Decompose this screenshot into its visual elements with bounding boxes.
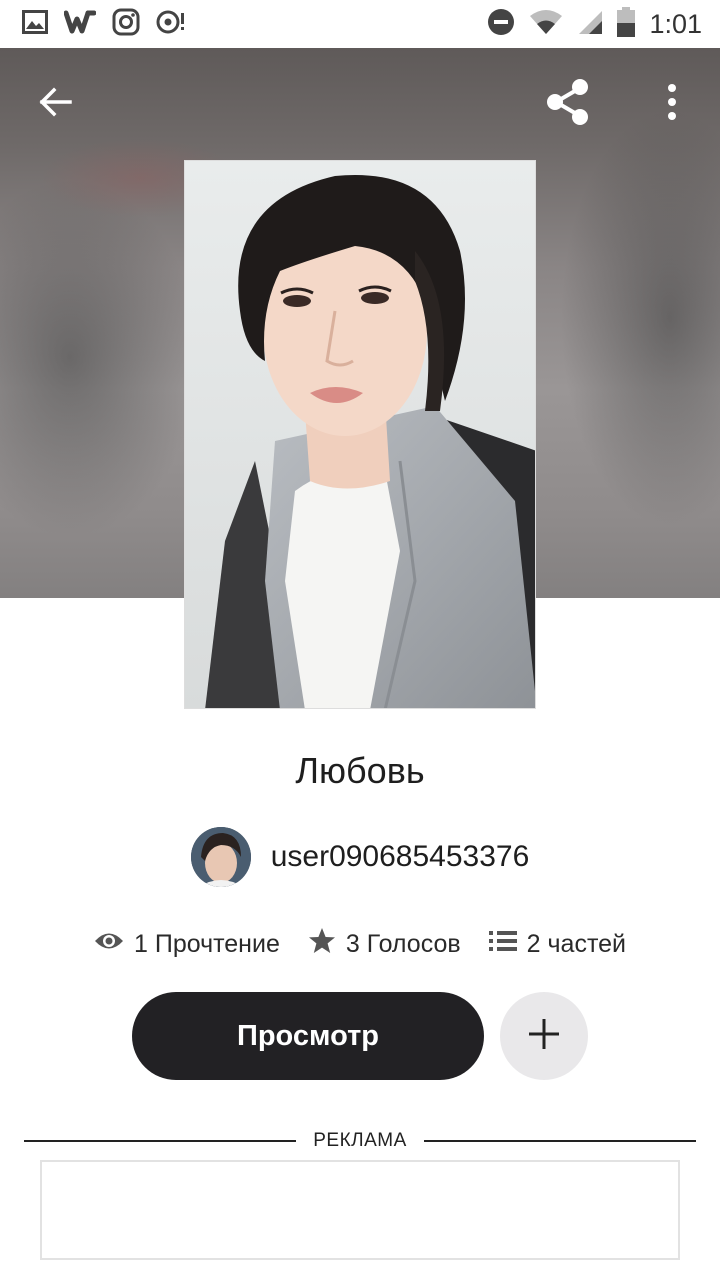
- hero-blur-shape: [0, 178, 200, 538]
- share-button[interactable]: [538, 74, 598, 134]
- story-cover-image[interactable]: [184, 160, 536, 709]
- instagram-icon: [112, 8, 140, 41]
- votes-count: 3 Голосов: [345, 929, 461, 958]
- votes-stat: 3 Голосов: [308, 927, 461, 962]
- author-row[interactable]: user090685453376: [0, 826, 720, 888]
- reads-count: 1 Прочтение: [134, 929, 280, 958]
- plus-icon: [527, 1017, 561, 1056]
- status-right-icons: 1:01: [487, 6, 702, 42]
- story-stats: 1 Прочтение 3 Голосов 2 частей: [0, 922, 720, 966]
- hero-blur-shape: [560, 108, 720, 528]
- author-name[interactable]: user090685453376: [271, 840, 530, 874]
- reads-stat: 1 Прочтение: [94, 930, 280, 959]
- wattpad-icon: [63, 10, 97, 39]
- more-vertical-icon: [666, 82, 678, 127]
- more-options-button[interactable]: [642, 74, 702, 134]
- add-to-library-button[interactable]: [500, 992, 588, 1080]
- do-not-disturb-icon: [487, 8, 515, 41]
- wifi-icon: [529, 9, 563, 40]
- star-icon: [308, 927, 336, 962]
- ad-container[interactable]: [40, 1160, 680, 1260]
- parts-count[interactable]: 2 частей: [527, 930, 626, 959]
- share-icon: [542, 76, 594, 133]
- ad-label: РЕКЛАМА: [313, 1130, 407, 1151]
- status-left-icons: [22, 8, 188, 40]
- parts-stat[interactable]: 2 частей: [488, 930, 626, 959]
- ad-divider-left: [24, 1140, 296, 1142]
- back-button[interactable]: [26, 74, 86, 134]
- status-time: 1:01: [649, 8, 702, 39]
- podcast-icon: [156, 9, 188, 40]
- gallery-icon: [22, 9, 48, 39]
- read-button[interactable]: Просмотр: [132, 992, 484, 1080]
- list-icon: [488, 930, 517, 959]
- ad-divider-right: [424, 1140, 696, 1142]
- battery-icon: [617, 6, 636, 42]
- signal-icon: [577, 9, 603, 40]
- avatar[interactable]: [190, 827, 251, 887]
- eye-icon: [94, 930, 124, 959]
- arrow-left-icon: [38, 84, 74, 125]
- story-title: Любовь: [295, 750, 425, 791]
- status-bar: 1:01: [0, 0, 720, 48]
